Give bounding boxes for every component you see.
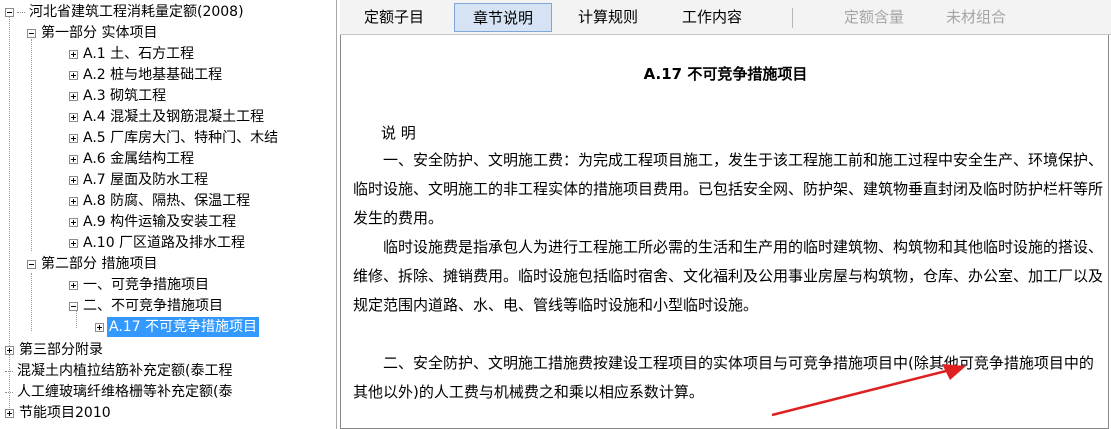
tree-node-part1[interactable]: 第一部分 实体项目 xyxy=(27,23,159,43)
expand-icon[interactable] xyxy=(69,196,78,206)
tree-node-a2[interactable]: A.2 桩与地基基础工程 xyxy=(69,65,224,85)
tree-node-label: 第三部分附录 xyxy=(19,342,103,358)
tree-node-label: 第二部分 措施项目 xyxy=(41,256,158,272)
tree-node-label: 河北省建筑工程消耗量定额(2008) xyxy=(29,4,244,20)
tree-node-part2[interactable]: 第二部分 措施项目 xyxy=(27,254,159,274)
collapse-icon[interactable] xyxy=(27,28,36,38)
tree-node-label: A.10 厂区道路及排水工程 xyxy=(83,235,246,251)
expand-icon[interactable] xyxy=(69,70,78,80)
tree-node-label: A.1 土、石方工程 xyxy=(83,46,195,62)
tree-node-a9[interactable]: A.9 构件运输及安装工程 xyxy=(69,212,238,232)
tree-node-label: A.9 构件运输及安装工程 xyxy=(83,214,237,230)
tree-node-noncompetitive[interactable]: 二、不可竞争措施项目 xyxy=(69,296,225,316)
detail-pane: 定额子目 章节说明 计算规则 工作内容 定额含量 未材组合 A.17 不可竞争措… xyxy=(340,0,1111,429)
collapse-icon[interactable] xyxy=(5,7,14,17)
collapse-icon[interactable] xyxy=(27,259,36,269)
tree-node-root[interactable]: 河北省建筑工程消耗量定额(2008) xyxy=(5,2,246,22)
tree-node-label: A.3 砌筑工程 xyxy=(83,88,167,104)
document-paragraph-1: 一、安全防护、文明施工费：为完成工程项目施工，发生于该工程施工前和施工过程中安全… xyxy=(353,151,1104,227)
document-heading: 说 明 xyxy=(381,124,416,142)
document-paragraph-3: 二、安全防护、文明施工措施费按建设工程项目的实体项目与可竞争措施项目中(除其他可… xyxy=(353,354,1094,401)
tree-node-a5[interactable]: A.5 厂库房大门、特种门、木结 xyxy=(69,128,280,148)
tree-node-label: 人工缠玻璃纤维格栅等补充定额(泰 xyxy=(17,384,233,400)
tree-node-competitive[interactable]: 一、可竞争措施项目 xyxy=(69,275,211,295)
tree-node-label: 节能项目2010 xyxy=(19,405,111,421)
tree-node-a7[interactable]: A.7 屋面及防水工程 xyxy=(69,170,210,190)
expand-icon[interactable] xyxy=(69,112,78,122)
tree-node-label: A.4 混凝土及钢筋混凝土工程 xyxy=(83,109,265,125)
tree-node-a17[interactable]: A.17 不可竞争措施项目 xyxy=(95,317,260,337)
expand-icon[interactable] xyxy=(95,322,104,332)
tree-node-a1[interactable]: A.1 土、石方工程 xyxy=(69,44,196,64)
expand-icon[interactable] xyxy=(69,175,78,185)
collapse-icon[interactable] xyxy=(69,301,78,311)
tab-material-combo[interactable]: 未材组合 xyxy=(930,3,1022,32)
tree-node-label: A.6 金属结构工程 xyxy=(83,151,195,167)
tab-quota-content[interactable]: 定额含量 xyxy=(828,3,920,32)
expand-icon[interactable] xyxy=(69,154,78,164)
expand-icon[interactable] xyxy=(69,133,78,143)
tree-node-label: 一、可竞争措施项目 xyxy=(83,277,209,293)
document-title: A.17 不可竞争措施项目 xyxy=(643,65,808,83)
expand-icon[interactable] xyxy=(5,408,14,418)
document-paragraph-2: 临时设施费是指承包人为进行工程施工所必需的生活和生产用的临时建筑物、构筑物和其他… xyxy=(353,238,1104,314)
tab-bar: 定额子目 章节说明 计算规则 工作内容 定额含量 未材组合 xyxy=(340,0,1111,35)
expand-icon[interactable] xyxy=(69,280,78,290)
tab-work-content[interactable]: 工作内容 xyxy=(666,3,758,32)
document-view[interactable]: A.17 不可竞争措施项目 说 明 一、安全防护、文明施工费：为完成工程项目施工… xyxy=(340,35,1109,429)
tab-calc-rules[interactable]: 计算规则 xyxy=(562,3,654,32)
tree-node-label: A.8 防腐、隔热、保温工程 xyxy=(83,193,251,209)
tree-node-a8[interactable]: A.8 防腐、隔热、保温工程 xyxy=(69,191,252,211)
catalog-tree[interactable]: 河北省建筑工程消耗量定额(2008) 第一部分 实体项目 A.1 土、石方工程 … xyxy=(0,0,337,429)
expand-icon[interactable] xyxy=(69,49,78,59)
tree-node-label-selected: A.17 不可竞争措施项目 xyxy=(107,317,260,337)
tree-node-extra1[interactable]: 混凝土内植拉结筋补充定额(泰工程 xyxy=(5,361,234,381)
tab-chapter-notes[interactable]: 章节说明 xyxy=(454,3,552,32)
expand-icon[interactable] xyxy=(5,345,14,355)
tab-quota-items[interactable]: 定额子目 xyxy=(348,3,440,32)
tab-separator xyxy=(792,8,793,28)
tree-node-a10[interactable]: A.10 厂区道路及排水工程 xyxy=(69,233,247,253)
expand-icon[interactable] xyxy=(69,91,78,101)
tree-node-label: 二、不可竞争措施项目 xyxy=(83,298,223,314)
tree-node-label: A.2 桩与地基基础工程 xyxy=(83,67,223,83)
expand-icon[interactable] xyxy=(69,238,78,248)
tree-node-a6[interactable]: A.6 金属结构工程 xyxy=(69,149,196,169)
tree-node-part3[interactable]: 第三部分附录 xyxy=(5,340,105,360)
tree-node-a3[interactable]: A.3 砌筑工程 xyxy=(69,86,168,106)
tree-node-extra2[interactable]: 人工缠玻璃纤维格栅等补充定额(泰 xyxy=(5,382,234,402)
tree-node-label: A.7 屋面及防水工程 xyxy=(83,172,209,188)
tree-node-label: 混凝土内植拉结筋补充定额(泰工程 xyxy=(17,363,233,379)
tree-node-label: 第一部分 实体项目 xyxy=(41,25,158,41)
tree-node-a4[interactable]: A.4 混凝土及钢筋混凝土工程 xyxy=(69,107,266,127)
annotation-arrow-icon xyxy=(771,364,966,417)
tree-node-label: A.5 厂库房大门、特种门、木结 xyxy=(83,130,279,146)
tree-node-extra3[interactable]: 节能项目2010 xyxy=(5,403,113,423)
expand-icon[interactable] xyxy=(69,217,78,227)
